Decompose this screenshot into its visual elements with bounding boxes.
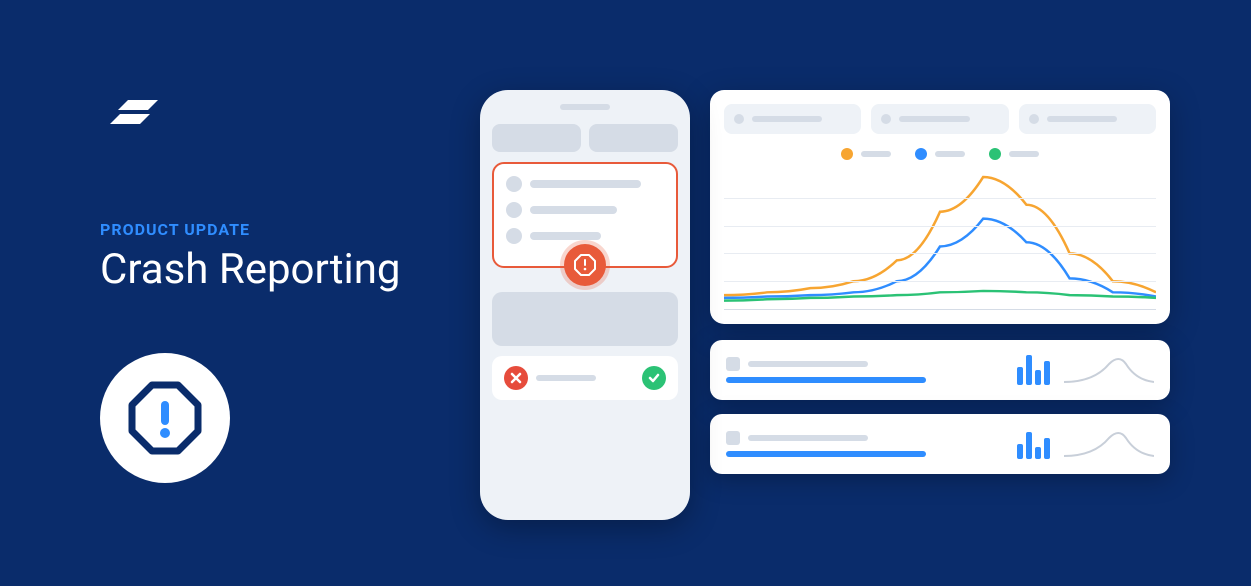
- placeholder-bar: [536, 375, 596, 381]
- error-badge-icon: [564, 244, 606, 286]
- sparkline: [1064, 426, 1154, 462]
- placeholder-pill: [492, 124, 581, 152]
- phone-header-row: [492, 124, 678, 152]
- check-icon: [642, 366, 666, 390]
- placeholder-pill: [589, 124, 678, 152]
- legend-item-green: [989, 148, 1039, 160]
- chart-tabs: [724, 104, 1156, 134]
- eyebrow-text: PRODUCT UPDATE: [100, 220, 460, 239]
- chart-tab: [724, 104, 861, 134]
- close-icon: [504, 366, 528, 390]
- placeholder-block: [492, 292, 678, 346]
- crash-badge: [100, 353, 230, 483]
- chart-tab: [871, 104, 1008, 134]
- mini-bars: [1017, 429, 1050, 459]
- chart-area: [724, 170, 1156, 310]
- alert-octagon-icon: [126, 379, 204, 457]
- chart-tab: [1019, 104, 1156, 134]
- phone-speaker: [560, 104, 610, 110]
- stat-panel: [710, 340, 1170, 400]
- brand-logo: [100, 80, 180, 140]
- phone-footer-row: [492, 356, 678, 400]
- chart-panel: [710, 90, 1170, 324]
- sparkline: [1064, 352, 1154, 388]
- mini-bars: [1017, 355, 1050, 385]
- phone-mockup: [480, 90, 690, 520]
- legend-item-blue: [915, 148, 965, 160]
- legend-item-orange: [841, 148, 891, 160]
- chart-legend: [724, 148, 1156, 160]
- page-title: Crash Reporting: [100, 247, 460, 293]
- dashboard-area: [710, 90, 1170, 520]
- stat-panel: [710, 414, 1170, 474]
- error-card: [492, 162, 678, 268]
- line-chart: [724, 170, 1156, 309]
